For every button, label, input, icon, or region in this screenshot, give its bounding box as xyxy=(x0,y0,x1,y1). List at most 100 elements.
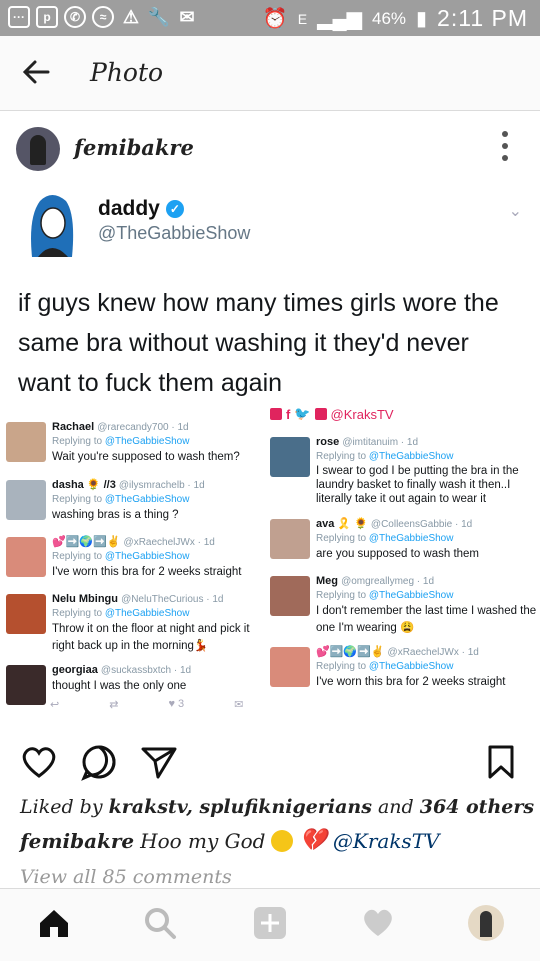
replying-label: Replying to xyxy=(316,590,367,601)
post-header: femibakre xyxy=(0,111,540,187)
status-right: ⏰ E ▂▄▆ 46% ▮ 2:11 PM xyxy=(263,5,528,32)
mail-icon: ✉ xyxy=(179,6,195,27)
reply-handle: @xRaechelJWx · 1d xyxy=(387,647,479,658)
liked-by-users[interactable]: krakstv, splufiknigerians xyxy=(109,796,372,818)
view-all-comments[interactable]: View all 85 comments xyxy=(20,866,232,888)
replying-to: @TheGabbieShow xyxy=(104,608,190,619)
share-icon[interactable] xyxy=(140,743,178,781)
back-arrow-icon[interactable] xyxy=(18,54,54,90)
reply-left-3: Nelu Mbingu @NeluTheCurious · 1d Replyin… xyxy=(6,592,266,662)
reply-text: right back up in the morning💃 xyxy=(52,640,209,652)
signal-bars-icon: ▂▄▆ xyxy=(317,8,362,30)
replying-label: Replying to xyxy=(52,494,103,505)
facebook-icon: f xyxy=(286,406,291,422)
profile-icon[interactable] xyxy=(468,905,504,941)
tweet-display-name: daddy ✓ xyxy=(98,197,184,221)
caption-mention[interactable]: @KraksTV xyxy=(333,829,440,853)
reply-handle: @ilysmrachelb · 1d xyxy=(118,480,205,491)
warning-icon: ⚠ xyxy=(122,6,140,27)
comment-icon[interactable] xyxy=(80,743,118,781)
reply-handle: @NeluTheCurious · 1d xyxy=(121,594,224,605)
page-title: Photo xyxy=(90,58,164,87)
reply-handle: @rarecandy700 · 1d xyxy=(97,422,189,433)
search-icon[interactable] xyxy=(142,905,178,941)
network-type: E xyxy=(297,10,308,27)
more-options-icon[interactable] xyxy=(502,131,510,161)
youtube-icon xyxy=(314,408,327,420)
reply-left-0: Rachael @rarecandy700 · 1d Replying to @… xyxy=(6,420,256,476)
tweet-avatar xyxy=(20,187,84,257)
reply-text: literally take it out again to wear it xyxy=(316,493,487,505)
app-bar: Photo xyxy=(0,36,540,111)
reply-text: Throw it on the floor at night and pick … xyxy=(52,623,250,635)
reply-right-0: rose @imtitanuim · 1d Replying to @TheGa… xyxy=(270,435,538,513)
replying-to: @TheGabbieShow xyxy=(104,551,190,562)
reply-avatar xyxy=(270,576,310,616)
watermark: f 🐦 @KraksTV xyxy=(270,406,394,422)
reply-icon: ↩ xyxy=(50,699,60,711)
reply-text: I swear to god I be putting the bra in t… xyxy=(316,465,519,477)
avatar[interactable] xyxy=(16,127,60,171)
replying-to: @TheGabbieShow xyxy=(368,533,454,544)
replying-label: Replying to xyxy=(316,451,367,462)
liked-by[interactable]: Liked by krakstv, splufiknigerians and 3… xyxy=(20,796,534,818)
add-icon[interactable] xyxy=(252,905,288,941)
reply-name: dasha 🌻 //3 xyxy=(52,479,116,491)
liked-by-prefix: Liked by xyxy=(20,796,103,818)
reply-avatar xyxy=(270,437,310,477)
caption-text: Hoo my God xyxy=(140,828,266,853)
reply-avatar xyxy=(6,422,46,462)
reply-name: 💕➡️🌍➡️✌️ xyxy=(52,536,121,548)
reply-text: I don't remember the last time I washed … xyxy=(316,605,537,617)
reply-handle: @xRaechelJWx · 1d xyxy=(123,537,215,548)
reply-text: I've worn this bra for 2 weeks straight xyxy=(52,566,242,578)
reply-avatar xyxy=(6,480,46,520)
tweet-text: if guys knew how many times girls wore t… xyxy=(18,289,499,397)
twitter-icon: 🐦 xyxy=(294,406,311,421)
replying-to: @TheGabbieShow xyxy=(104,436,190,447)
dm-icon: ✉ xyxy=(234,699,244,711)
post-photo[interactable]: daddy ✓ @TheGabbieShow ⌄ if guys knew ho… xyxy=(0,187,540,727)
reply-handle: @suckassbxtch · 1d xyxy=(100,665,192,676)
reply-name: Nelu Mbingu xyxy=(52,593,118,605)
home-icon[interactable] xyxy=(36,905,72,941)
reply-name: Rachael xyxy=(52,421,95,433)
reply-action-icons: ↩ ⇄ ♥ 3 ✉ xyxy=(50,698,243,711)
bookmark-icon[interactable] xyxy=(482,743,520,781)
replying-label: Replying to xyxy=(316,661,367,672)
reply-avatar xyxy=(270,647,310,687)
bottom-nav xyxy=(0,888,540,961)
reply-text: I've worn this bra for 2 weeks straight xyxy=(316,676,506,688)
clock: 2:11 PM xyxy=(437,5,528,31)
retweet-icon: ⇄ xyxy=(109,699,119,711)
battery-percent: 46% xyxy=(372,8,407,28)
battery-icon: ▮ xyxy=(416,8,428,30)
post-username[interactable]: femibakre xyxy=(74,135,194,160)
verified-badge-icon: ✓ xyxy=(165,200,184,218)
reply-left-1: dasha 🌻 //3 @ilysmrachelb · 1d Replying … xyxy=(6,478,256,534)
chevron-down-icon: ⌄ xyxy=(508,203,522,220)
messages-icon: ··· xyxy=(8,6,30,28)
reply-name: georgiaa xyxy=(52,664,98,676)
reply-text: one I'm wearing 😩 xyxy=(316,622,415,634)
reply-text: thought I was the only one xyxy=(52,680,187,692)
whatsapp-icon: ✆ xyxy=(64,6,86,28)
replying-label: Replying to xyxy=(52,608,103,619)
replying-label: Replying to xyxy=(316,533,367,544)
replying-to: @TheGabbieShow xyxy=(368,661,454,672)
liked-by-count[interactable]: 364 others xyxy=(420,796,534,818)
reply-avatar xyxy=(6,665,46,705)
replying-label: Replying to xyxy=(52,436,103,447)
reply-name: Meg xyxy=(316,575,338,587)
watermark-handle: @KraksTV xyxy=(330,406,394,422)
status-bar: ··· p ✆ ≈ ⚠ 🔧 ✉ ⏰ E ▂▄▆ 46% ▮ 2:11 PM xyxy=(0,0,540,36)
reply-left-4: georgiaa @suckassbxtch · 1d thought I wa… xyxy=(6,663,256,705)
reply-name: rose xyxy=(316,436,340,448)
like-count: ♥ 3 xyxy=(168,698,185,710)
like-heart-icon[interactable] xyxy=(20,743,58,781)
reply-left-2: 💕➡️🌍➡️✌️ @xRaechelJWx · 1d Replying to @… xyxy=(6,535,256,591)
reply-avatar xyxy=(6,537,46,577)
reply-text: Wait you're supposed to wash them? xyxy=(52,451,240,463)
caption-username[interactable]: femibakre xyxy=(20,829,134,853)
heart-icon[interactable] xyxy=(360,905,396,941)
